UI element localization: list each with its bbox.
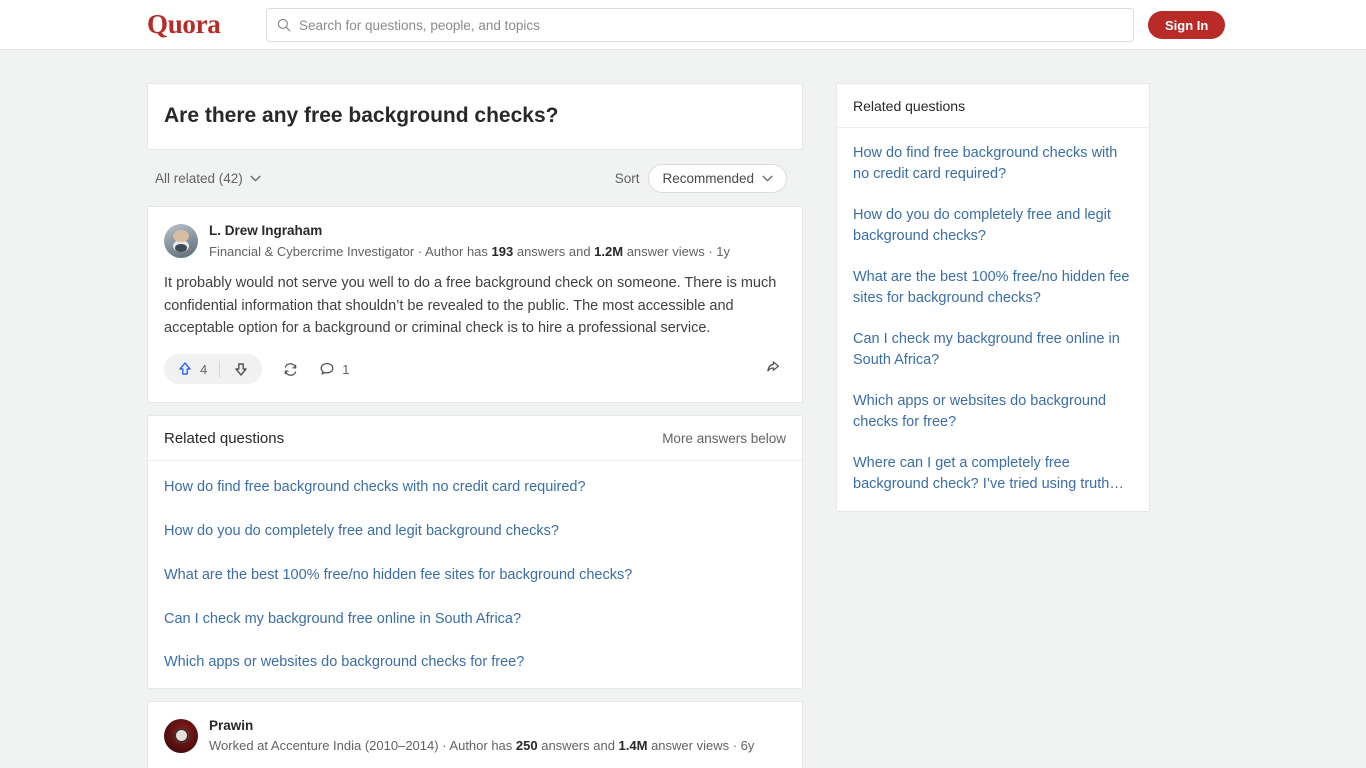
downvote-arrow-icon [235,363,247,377]
sidebar-question-link[interactable]: What are the best 100% free/no hidden fe… [853,267,1133,309]
comment-bubble-icon [320,363,334,376]
main-column: Are there any free background checks? Al… [147,83,803,768]
search-icon [277,18,291,32]
all-related-filter[interactable]: All related (42) [155,171,261,186]
page-body: Are there any free background checks? Al… [0,50,1366,768]
sidebar-question-link[interactable]: Can I check my background free online in… [853,329,1133,371]
share-button[interactable] [764,358,782,381]
related-question-link[interactable]: How do find free background checks with … [164,477,786,499]
sort-dropdown[interactable]: Recommended [648,164,787,194]
quora-logo[interactable]: Quora [147,9,221,40]
chevron-down-icon [762,175,773,182]
answer-action-bar: 4 1 [164,354,786,392]
page-title: Are there any free background checks? [164,104,559,127]
filter-bar: All related (42) Sort Recommended [147,150,803,206]
upvote-arrow-icon [179,362,191,376]
comment-count: 1 [342,361,350,377]
downvote-button[interactable] [220,361,262,377]
answer-paragraph: It probably would not serve you well to … [164,275,777,336]
avatar[interactable] [164,224,198,259]
author-name[interactable]: L. Drew Ingraham [209,221,730,241]
related-question-link[interactable]: What are the best 100% free/no hidden fe… [164,565,786,587]
sidebar-question-link[interactable]: How do you do completely free and legit … [853,205,1133,247]
sidebar-links-list: How do find free background checks with … [837,128,1149,511]
upvote-button[interactable]: 4 [164,361,219,377]
sort-label: Sort [614,171,640,187]
sidebar: Related questions How do find free backg… [836,83,1150,768]
more-answers-below-label[interactable]: More answers below [662,431,786,446]
sidebar-question-link[interactable]: Which apps or websites do background che… [853,391,1133,433]
related-question-link[interactable]: Can I check my background free online in… [164,609,786,631]
related-question-link[interactable]: Which apps or websites do background che… [164,652,786,674]
sort-group: Sort Recommended [614,164,787,194]
avatar[interactable] [164,719,198,754]
meta-suffix: answer views · [623,243,717,259]
author-name[interactable]: Prawin [209,716,754,736]
answer-age: 1y [716,243,731,259]
meta-suffix: answer views · [647,738,741,754]
answers-count: 193 [491,243,514,259]
meta-prefix: · Author has [438,738,516,754]
related-questions-header: Related questions More answers below [148,416,802,462]
vote-pill: 4 [164,354,263,385]
sort-value: Recommended [662,171,754,187]
search-input[interactable] [299,17,1123,33]
related-question-link[interactable]: How do you do completely free and legit … [164,521,786,543]
question-card: Are there any free background checks? [147,83,803,151]
credential-text: Financial & Cybercrime Investigator [209,243,415,259]
views-count: 1.4M [618,738,648,754]
chevron-down-icon [250,175,261,182]
upvote-count: 4 [200,361,208,377]
repost-icon [284,363,297,376]
answer-card: Prawin Worked at Accenture India (2010–2… [147,701,803,768]
answer-card: L. Drew Ingraham Financial & Cybercrime … [147,206,803,404]
related-questions-title: Related questions [164,430,285,448]
all-related-label: All related (42) [155,171,243,187]
answers-count: 250 [515,738,538,754]
search-bar[interactable] [266,8,1134,42]
author-row: L. Drew Ingraham Financial & Cybercrime … [164,221,786,261]
sidebar-title: Related questions [837,84,1149,128]
share-arrow-icon [767,361,780,372]
meta-mid: answers and [537,738,619,754]
answer-age: 6y [740,738,755,754]
author-credential: Worked at Accenture India (2010–2014) · … [209,736,754,756]
author-credential: Financial & Cybercrime Investigator · Au… [209,242,730,262]
repost-button[interactable] [282,361,299,378]
sidebar-related-questions-card: Related questions How do find free backg… [836,83,1150,513]
meta-mid: answers and [513,243,595,259]
comment-button[interactable]: 1 [319,361,349,377]
related-questions-block: Related questions More answers below How… [147,415,803,690]
author-row: Prawin Worked at Accenture India (2010–2… [164,716,786,756]
site-header: Quora Sign In [0,0,1366,50]
views-count: 1.2M [594,243,624,259]
credential-text: Worked at Accenture India (2010–2014) [209,738,439,754]
sidebar-question-link[interactable]: Where can I get a completely free backgr… [853,453,1133,495]
meta-prefix: · Author has [414,243,492,259]
related-questions-list: How do find free background checks with … [148,461,802,688]
sign-in-button[interactable]: Sign In [1148,11,1226,39]
sidebar-question-link[interactable]: How do find free background checks with … [853,143,1133,185]
answer-body: It probably would not serve you well to … [164,272,786,339]
